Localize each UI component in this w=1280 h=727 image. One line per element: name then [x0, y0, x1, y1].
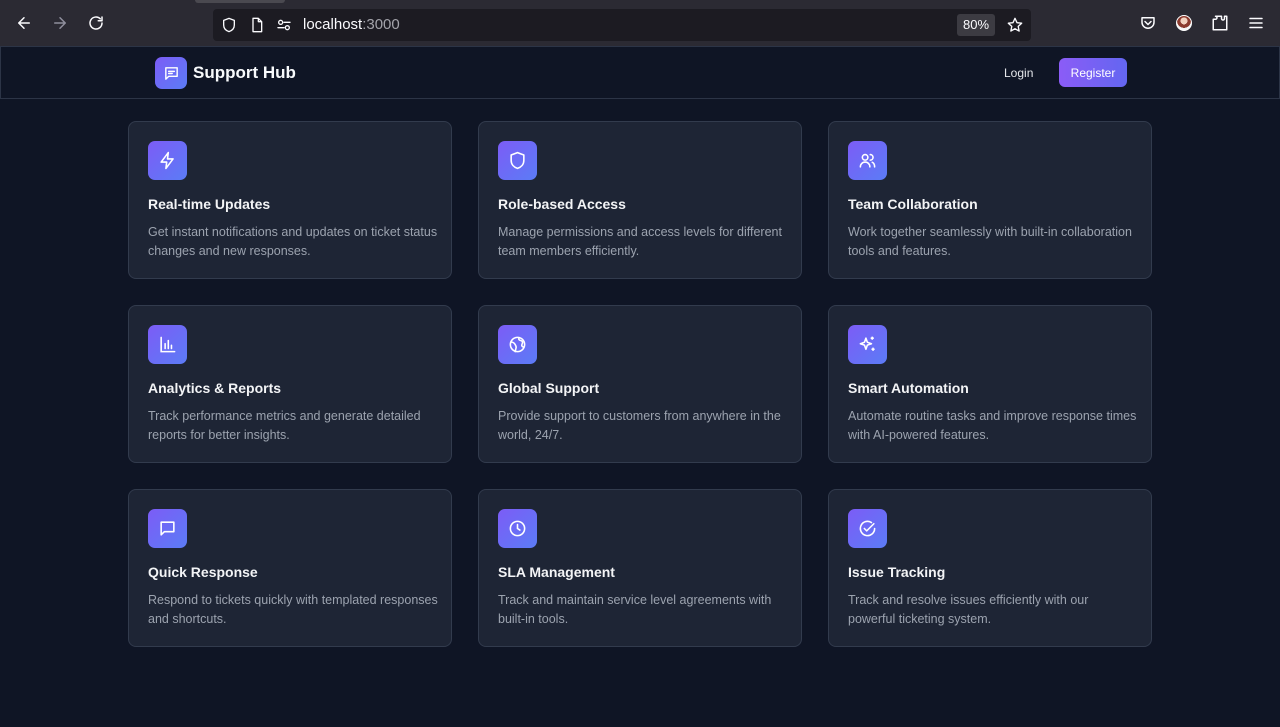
- lightning-icon: [148, 141, 187, 180]
- feature-description: Work together seamlessly with built-in c…: [848, 225, 1132, 258]
- tracking-protection-icon[interactable]: [221, 17, 237, 33]
- feature-card: Issue Tracking Track and resolve issues …: [828, 489, 1152, 647]
- feature-description: Provide support to customers from anywhe…: [498, 409, 781, 442]
- feature-card: SLA Management Track and maintain servic…: [478, 489, 802, 647]
- feature-title: Quick Response: [148, 564, 258, 580]
- app-navbar: Support Hub Login Register: [0, 46, 1280, 99]
- account-avatar[interactable]: [1176, 15, 1192, 31]
- feature-description: Track and maintain service level agreeme…: [498, 593, 772, 626]
- sparkles-icon: [848, 325, 887, 364]
- feature-card: Global Support Provide support to custom…: [478, 305, 802, 463]
- feature-title: Smart Automation: [848, 380, 969, 396]
- feature-title: Global Support: [498, 380, 600, 396]
- url-bar[interactable]: localhost:3000 80%: [213, 9, 1031, 41]
- globe-icon: [498, 325, 537, 364]
- feature-description: Track performance metrics and generate d…: [148, 409, 421, 442]
- feature-description: Respond to tickets quickly with template…: [148, 593, 438, 626]
- feature-title: Issue Tracking: [848, 564, 946, 580]
- feature-card: Team Collaboration Work together seamles…: [828, 121, 1152, 279]
- check-circle-icon: [848, 509, 887, 548]
- page-icon[interactable]: [249, 17, 265, 33]
- feature-description: Manage permissions and access levels for…: [498, 225, 782, 258]
- feature-description: Automate routine tasks and improve respo…: [848, 409, 1137, 442]
- browser-toolbar: localhost:3000 80%: [0, 0, 1280, 46]
- shield-icon: [498, 141, 537, 180]
- feature-card: Real-time Updates Get instant notificati…: [128, 121, 452, 279]
- features-grid: Real-time Updates Get instant notificati…: [128, 121, 1152, 647]
- feature-title: Team Collaboration: [848, 196, 978, 212]
- pocket-icon[interactable]: [1136, 11, 1160, 35]
- feature-card: Smart Automation Automate routine tasks …: [828, 305, 1152, 463]
- forward-icon[interactable]: [48, 11, 72, 35]
- feature-title: Real-time Updates: [148, 196, 271, 212]
- back-icon[interactable]: [12, 11, 36, 35]
- bookmark-star-icon[interactable]: [1007, 17, 1023, 33]
- feature-title: Role-based Access: [498, 196, 626, 212]
- reload-icon[interactable]: [84, 11, 108, 35]
- chat-logo-icon: [155, 57, 187, 89]
- feature-card: Quick Response Respond to tickets quickl…: [128, 489, 452, 647]
- brand[interactable]: Support Hub: [155, 57, 296, 89]
- feature-card: Analytics & Reports Track performance me…: [128, 305, 452, 463]
- zoom-level-badge[interactable]: 80%: [957, 14, 996, 36]
- extensions-icon[interactable]: [1208, 11, 1232, 35]
- url-text[interactable]: localhost:3000: [303, 16, 400, 33]
- feature-title: Analytics & Reports: [148, 380, 282, 396]
- message-square-icon: [148, 509, 187, 548]
- register-button[interactable]: Register: [1059, 58, 1127, 87]
- feature-card: Role-based Access Manage permissions and…: [478, 121, 802, 279]
- permissions-icon[interactable]: [276, 17, 292, 33]
- bar-chart-icon: [148, 325, 187, 364]
- feature-description: Track and resolve issues efficiently wit…: [848, 593, 1089, 626]
- login-link[interactable]: Login: [1004, 66, 1033, 80]
- users-icon: [848, 141, 887, 180]
- feature-title: SLA Management: [498, 564, 615, 580]
- brand-name: Support Hub: [193, 63, 296, 82]
- menu-icon[interactable]: [1244, 11, 1268, 35]
- feature-description: Get instant notifications and updates on…: [148, 225, 438, 258]
- clock-icon: [498, 509, 537, 548]
- tab-strip-edge: [195, 0, 285, 3]
